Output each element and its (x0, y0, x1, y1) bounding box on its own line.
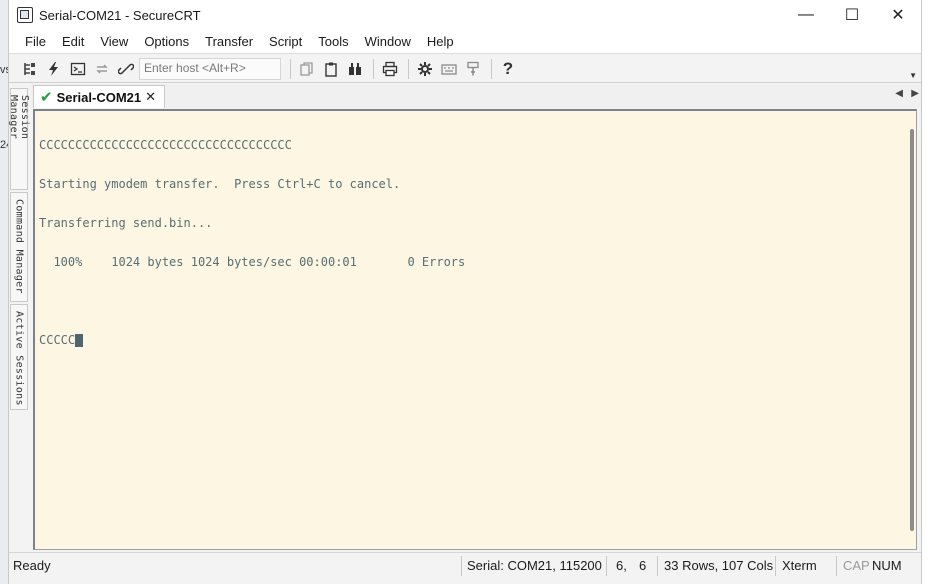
status-separator (461, 556, 462, 576)
toolbar-separator (408, 58, 409, 79)
tab-scroll-right-icon[interactable]: ▶ (911, 88, 919, 99)
status-separator (775, 556, 776, 576)
window-controls: — ☐ ✕ (783, 0, 921, 30)
status-row: 6, (616, 558, 627, 573)
menu-transfer[interactable]: Transfer (197, 30, 261, 54)
tab-scroll-left-icon[interactable]: ◀ (895, 88, 903, 99)
status-col: 6 (639, 558, 647, 573)
help-icon[interactable]: ? (497, 58, 519, 80)
status-terminal-type: Xterm (782, 558, 817, 573)
command-manager-label: Command Manager (13, 199, 25, 294)
terminal-prompt-line: CCCCC (39, 334, 465, 347)
toolbar-overflow-icon[interactable]: ▼ (909, 71, 917, 80)
toolbar-separator (290, 58, 291, 79)
reconnect-icon[interactable] (91, 58, 113, 80)
sftp-icon[interactable] (462, 58, 484, 80)
menu-file[interactable]: File (17, 30, 54, 54)
minimize-button[interactable]: — (783, 0, 829, 30)
options-icon[interactable] (414, 58, 436, 80)
status-num-lock: NUM (872, 558, 902, 573)
status-size: 33 Rows, 107 Cols (664, 558, 774, 573)
status-separator (606, 556, 607, 576)
disconnect-icon[interactable] (115, 58, 137, 80)
active-sessions-tab[interactable]: Active Sessions (10, 304, 28, 410)
status-caps-lock: CAP (843, 558, 870, 573)
securecrt-window: Serial-COM21 - SecureCRT — ☐ ✕ File Edit… (8, 0, 922, 584)
session-manager-tab[interactable]: Session Manager (8, 88, 30, 190)
copy-icon[interactable] (296, 58, 318, 80)
print-icon[interactable] (379, 58, 401, 80)
title-bar[interactable]: Serial-COM21 - SecureCRT — ☐ ✕ (9, 0, 921, 30)
tab-close-icon[interactable]: ✕ (145, 89, 156, 105)
status-ready: Ready (13, 558, 51, 573)
host-input[interactable]: Enter host <Alt+R> (139, 57, 281, 80)
terminal-line: Transferring send.bin... (39, 216, 213, 230)
paste-icon[interactable] (320, 58, 342, 80)
menu-window[interactable]: Window (357, 30, 419, 54)
status-bar: Ready Serial: COM21, 115200 6, 6 33 Rows… (9, 552, 921, 578)
window-title: Serial-COM21 - SecureCRT (39, 7, 201, 23)
quick-connect-icon[interactable] (43, 58, 65, 80)
terminal-line: CCCCCCCCCCCCCCCCCCCCCCCCCCCCCCCCCCC (39, 138, 292, 152)
menu-bar: File Edit View Options Transfer Script T… (9, 30, 921, 54)
toolbar-separator (491, 58, 492, 79)
status-separator (836, 556, 837, 576)
keymap-icon[interactable] (438, 58, 460, 80)
menu-view[interactable]: View (92, 30, 136, 54)
terminal-line: Starting ymodem transfer. Press Ctrl+C t… (39, 177, 401, 191)
terminal-scrollbar[interactable] (910, 129, 914, 531)
desktop-background: vs 24 (0, 0, 12, 584)
session-tab-strip: ✔ Serial-COM21 ✕ ◀ ▶ (31, 84, 921, 108)
terminal-output: CCCCCCCCCCCCCCCCCCCCCCCCCCCCCCCCCCC Star… (39, 113, 465, 373)
left-dock: Session Manager Command Manager Active S… (8, 84, 30, 550)
tab-serial-com21[interactable]: ✔ Serial-COM21 ✕ (33, 85, 165, 108)
maximize-button[interactable]: ☐ (829, 0, 875, 30)
menu-help[interactable]: Help (419, 30, 462, 54)
menu-edit[interactable]: Edit (54, 30, 92, 54)
connect-bar-icon[interactable] (19, 58, 41, 80)
app-icon (17, 7, 33, 23)
toolbar: Enter host <Alt+R> ? ▼ (9, 55, 921, 83)
status-serial: Serial: COM21, 115200 (467, 558, 602, 573)
terminal-cursor (75, 334, 84, 347)
menu-tools[interactable]: Tools (310, 30, 356, 54)
connected-check-icon: ✔ (40, 89, 53, 106)
find-icon[interactable] (344, 58, 366, 80)
terminal-line: CCCCC (39, 333, 76, 347)
session-manager-label: Session Manager (8, 95, 30, 140)
terminal-line: 100% 1024 bytes 1024 bytes/sec 00:00:01 … (39, 255, 466, 269)
command-manager-tab[interactable]: Command Manager (10, 192, 28, 302)
close-button[interactable]: ✕ (875, 0, 921, 30)
terminal-view[interactable]: CCCCCCCCCCCCCCCCCCCCCCCCCCCCCCCCCCC Star… (33, 109, 917, 550)
menu-options[interactable]: Options (136, 30, 197, 54)
connect-shell-icon[interactable] (67, 58, 89, 80)
status-separator (657, 556, 658, 576)
tab-label: Serial-COM21 (56, 89, 142, 105)
active-sessions-label: Active Sessions (13, 311, 25, 406)
toolbar-separator (373, 58, 374, 79)
menu-script[interactable]: Script (261, 30, 310, 54)
